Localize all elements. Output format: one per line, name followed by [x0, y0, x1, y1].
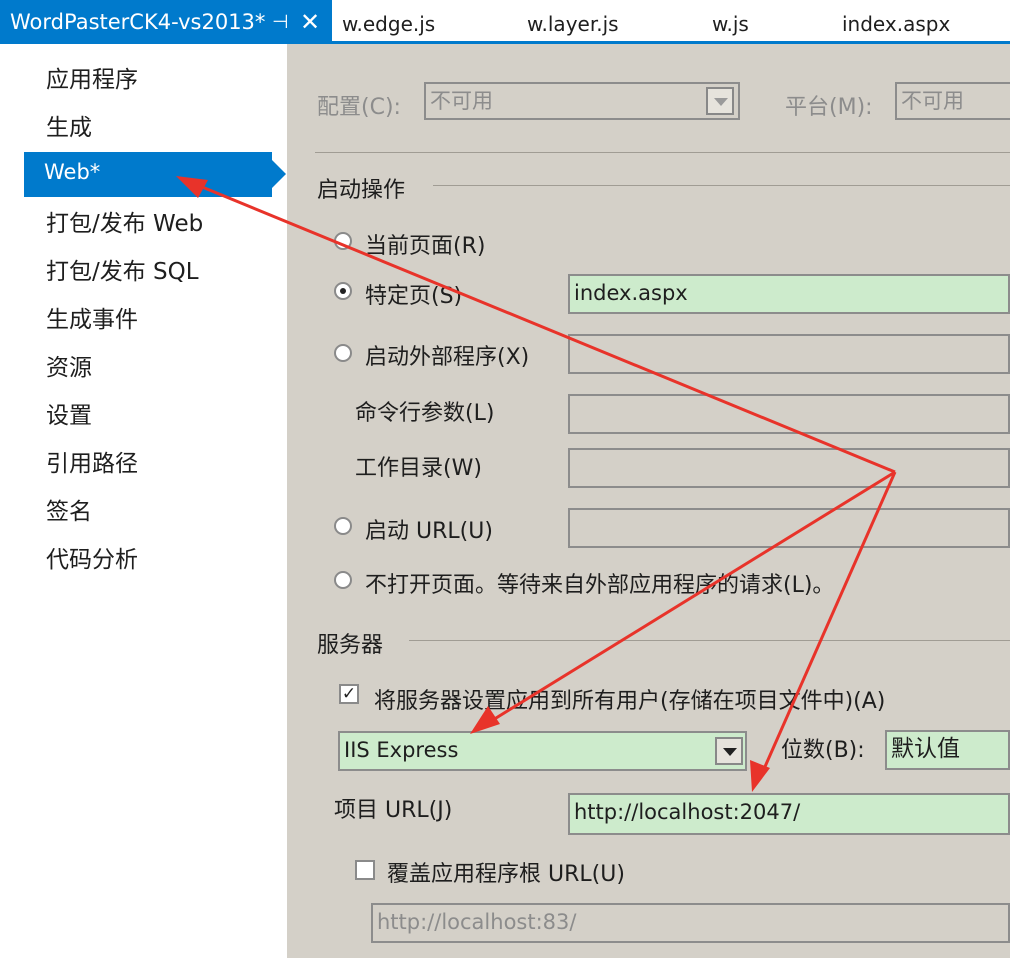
apply-all-label: 将服务器设置应用到所有用户(存储在项目文件中)(A)	[374, 689, 886, 714]
sidebar-item-resources[interactable]: 资源	[46, 346, 92, 390]
divider	[409, 640, 1010, 641]
server-select[interactable]: IIS Express	[338, 731, 747, 771]
radio-current-page[interactable]	[334, 232, 352, 250]
work-dir-label: 工作目录(W)	[355, 456, 482, 481]
tab-w-edge-js[interactable]: w.edge.js	[342, 12, 435, 36]
server-heading: 服务器	[317, 633, 384, 658]
bitness-select[interactable]: 默认值	[885, 730, 1010, 770]
project-url-label: 项目 URL(J)	[334, 798, 453, 823]
radio-specific-page[interactable]	[334, 282, 352, 300]
sidebar-item-signing[interactable]: 签名	[46, 490, 92, 534]
platform-label: 平台(M):	[785, 95, 873, 120]
cmd-args-input[interactable]	[568, 394, 1010, 434]
override-url-checkbox[interactable]	[355, 860, 375, 880]
tab-index-aspx[interactable]: index.aspx	[842, 12, 950, 36]
sidebar-item-label: Web*	[44, 160, 101, 184]
server-value: IIS Express	[344, 738, 459, 762]
properties-sidebar: 应用程序 生成 Web* 打包/发布 Web 打包/发布 SQL 生成事件 资源…	[0, 44, 287, 958]
current-page-label: 当前页面(R)	[365, 234, 486, 259]
close-icon[interactable]: ✕	[300, 8, 320, 36]
start-url-input[interactable]	[568, 508, 1010, 548]
specific-page-label: 特定页(S)	[365, 284, 463, 309]
radio-start-url[interactable]	[334, 517, 352, 535]
config-label: 配置(C):	[317, 95, 401, 120]
start-url-label: 启动 URL(U)	[365, 519, 493, 544]
tab-title: WordPasterCK4-vs2013*	[10, 10, 266, 34]
sidebar-item-reference-paths[interactable]: 引用路径	[46, 442, 138, 486]
tab-project-properties[interactable]: WordPasterCK4-vs2013* ⊣ ✕	[0, 0, 332, 44]
dont-open-label: 不打开页面。等待来自外部应用程序的请求(L)。	[365, 573, 835, 598]
start-action-heading: 启动操作	[317, 178, 406, 203]
platform-select[interactable]: 不可用	[895, 82, 1010, 120]
work-dir-input[interactable]	[568, 448, 1010, 488]
document-tab-bar: WordPasterCK4-vs2013* ⊣ ✕ w.edge.js w.la…	[0, 0, 1010, 44]
external-program-input[interactable]	[568, 334, 1010, 374]
chevron-down-icon[interactable]	[706, 87, 734, 115]
apply-all-checkbox[interactable]: ✓	[339, 684, 359, 704]
tab-w-layer-js[interactable]: w.layer.js	[527, 12, 619, 36]
divider	[315, 152, 1010, 153]
config-select[interactable]: 不可用	[424, 82, 740, 120]
pin-icon[interactable]: ⊣	[272, 11, 289, 33]
sidebar-item-publish-sql[interactable]: 打包/发布 SQL	[46, 250, 199, 294]
specific-page-input[interactable]: index.aspx	[568, 274, 1010, 314]
radio-dont-open[interactable]	[334, 571, 352, 589]
chevron-down-icon[interactable]	[715, 737, 743, 765]
sidebar-item-web[interactable]: Web*	[24, 152, 286, 197]
cmd-args-label: 命令行参数(L)	[355, 401, 495, 426]
project-url-input[interactable]: http://localhost:2047/	[568, 793, 1010, 835]
external-program-label: 启动外部程序(X)	[365, 345, 530, 370]
sidebar-item-code-analysis[interactable]: 代码分析	[46, 538, 138, 582]
sidebar-item-publish-web[interactable]: 打包/发布 Web	[46, 202, 203, 246]
platform-value: 不可用	[901, 89, 964, 113]
tab-w-js[interactable]: w.js	[712, 12, 749, 36]
bitness-value: 默认值	[891, 736, 960, 762]
sidebar-item-settings[interactable]: 设置	[46, 394, 92, 438]
radio-external-program[interactable]	[334, 344, 352, 362]
sidebar-item-application[interactable]: 应用程序	[46, 58, 138, 102]
divider	[433, 185, 1010, 186]
override-url-label: 覆盖应用程序根 URL(U)	[387, 862, 625, 887]
bitness-label: 位数(B):	[781, 738, 865, 763]
web-properties-panel: 配置(C): 不可用 平台(M): 不可用 启动操作 当前页面(R) 特定页(S…	[287, 44, 1010, 958]
sidebar-item-build-events[interactable]: 生成事件	[46, 298, 138, 342]
override-url-input[interactable]: http://localhost:83/	[371, 903, 1010, 943]
config-value: 不可用	[430, 89, 493, 113]
sidebar-item-build[interactable]: 生成	[46, 106, 92, 150]
